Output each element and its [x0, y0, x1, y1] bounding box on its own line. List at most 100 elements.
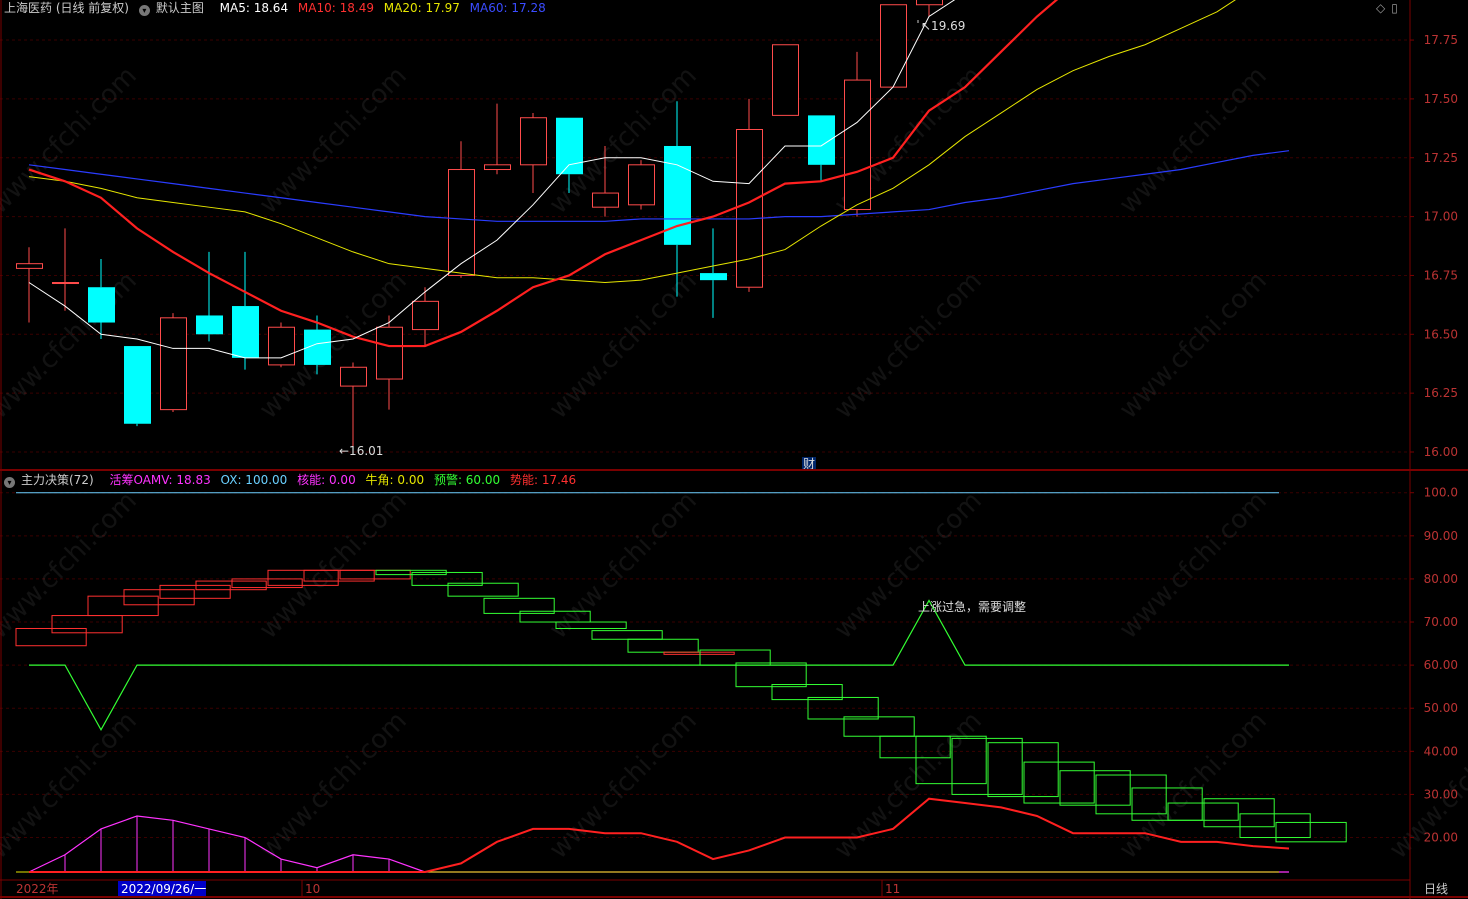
sn-line	[29, 797, 1290, 873]
yj-label: 预警: 60.00	[433, 473, 501, 487]
restore-icon[interactable]: ▯	[1391, 1, 1398, 15]
candle-body-down	[88, 287, 115, 323]
cost-box	[1059, 770, 1131, 806]
candle-body-down	[124, 346, 151, 424]
ma5-label: MA5: 18.64	[219, 1, 289, 15]
watermark-text: www.cfchi.com	[0, 266, 143, 425]
indicator-tick-label: 20.00	[1424, 831, 1458, 845]
candle-body-up	[736, 129, 763, 288]
watermark-text: www.cfchi.com	[1114, 486, 1273, 645]
candle-body-down	[196, 315, 223, 335]
watermark-text: www.cfchi.com	[829, 706, 988, 865]
candle-body-down	[556, 117, 583, 175]
cost-box	[87, 595, 159, 617]
chart-canvas[interactable]: www.cfchi.com www.cfchi.com www.cfchi.com w…	[0, 0, 1468, 899]
price-tick-label: 17.50	[1424, 92, 1458, 106]
indicator-tick-label: 40.00	[1424, 744, 1458, 758]
stock-title[interactable]: 上海医药 (日线 前复权)	[4, 1, 129, 15]
candle-body-up	[52, 282, 79, 285]
watermark-text: www.cfchi.com	[829, 266, 988, 425]
indicator-tick-label: 60.00	[1424, 658, 1458, 672]
watermark-text: www.cfchi.com	[254, 706, 413, 865]
price-tick-label: 17.00	[1424, 210, 1458, 224]
watermark-text: www.cfchi.com	[829, 486, 988, 645]
cost-box	[735, 662, 807, 688]
candle-body-up	[880, 4, 907, 88]
indicator-tick-label: 50.00	[1424, 701, 1458, 715]
price-tick-label: 17.75	[1424, 33, 1458, 47]
template-label: 默认主图	[155, 1, 204, 15]
candle-body-up	[376, 326, 403, 380]
watermark-text: www.cfchi.com	[1114, 266, 1273, 425]
candle-body-up	[844, 79, 871, 211]
price-tick-label: 16.75	[1424, 268, 1458, 282]
period-label: 日线	[1424, 882, 1448, 896]
ma20-line	[28, 0, 1236, 284]
main-chart-header: 上海医药 (日线 前复权) ▾ 默认主图 MA5: 18.64 MA10: 18.…	[4, 0, 552, 16]
candle-body-up	[772, 44, 799, 116]
watermark-text: www.cfchi.com	[254, 486, 413, 645]
candle-body-up	[916, 0, 943, 6]
cost-box	[627, 638, 699, 653]
high-label: ↖19.69	[921, 19, 965, 33]
indicator-tick-label: 100.0	[1424, 486, 1458, 500]
month-label-oct: 10	[305, 882, 320, 896]
oamv-label: 活筹OAMV: 18.83	[109, 473, 211, 487]
candle-body-up	[340, 366, 367, 387]
sn-label: 势能: 17.46	[509, 473, 577, 487]
cost-box	[159, 584, 231, 599]
ox-label: OX: 100.00	[220, 473, 288, 487]
hn-label: 核能: 0.00	[297, 473, 356, 487]
price-tick-label: 17.25	[1424, 151, 1458, 165]
cost-box	[123, 589, 195, 606]
watermark-text: www.cfchi.com	[254, 61, 413, 220]
watermark-text: www.cfchi.com	[544, 486, 703, 645]
watermark-text: www.cfchi.com	[544, 266, 703, 425]
candle-body-down	[700, 273, 727, 281]
low-label: ←16.01	[339, 444, 383, 458]
candle-body-up	[484, 164, 511, 171]
diamond-icon[interactable]: ◇	[1376, 1, 1385, 15]
watermark-text: www.cfchi.com	[0, 706, 143, 865]
warning-label: 上涨过急，需要调整	[918, 599, 1026, 614]
date-cursor-label: 2022/09/26/一	[121, 882, 206, 896]
candle-body-up	[268, 326, 295, 366]
watermark-text: www.cfchi.com	[0, 486, 143, 645]
cost-box	[663, 651, 735, 655]
year-label: 2022年	[16, 882, 59, 896]
price-tick-label: 16.00	[1424, 445, 1458, 459]
cost-box	[15, 627, 87, 647]
cai-marker: 财	[803, 457, 815, 471]
cost-box	[51, 615, 123, 634]
cost-box	[987, 742, 1059, 798]
indicator-tick-label: 80.00	[1424, 572, 1458, 586]
indicator-tick-label: 30.00	[1424, 787, 1458, 801]
price-tick-label: 16.25	[1424, 386, 1458, 400]
window-controls: ◇ ▯	[1376, 0, 1404, 16]
candle-body-down	[808, 115, 835, 165]
cost-box	[1239, 813, 1311, 839]
watermark-text: www.cfchi.com	[0, 61, 143, 220]
template-selector[interactable]: ▾ 默认主图	[138, 1, 210, 16]
watermark-text: www.cfchi.com	[1114, 61, 1273, 220]
ma60-label: MA60: 17.28	[469, 1, 546, 15]
chevron-down-icon[interactable]: ▾	[138, 5, 150, 16]
candle-body-up	[628, 164, 655, 206]
nj-label: 牛角: 0.00	[365, 473, 425, 487]
month-label-nov: 11	[885, 882, 900, 896]
cost-box	[1275, 821, 1347, 843]
yj-line	[29, 599, 1289, 732]
candle-body-up	[448, 169, 475, 276]
candle-body-up	[16, 263, 43, 269]
indicator-title[interactable]: ▾ 主力决策(72)	[4, 473, 100, 488]
oamv-line	[28, 815, 1289, 873]
indicator-label: 主力决策(72)	[21, 473, 94, 487]
indicator-tick-label: 90.00	[1424, 529, 1458, 543]
indicator-header: ▾ 主力决策(72) 活筹OAMV: 18.83 OX: 100.00 核能: 0…	[4, 472, 582, 488]
ma20-label: MA20: 17.97	[383, 1, 460, 15]
chevron-down-icon[interactable]: ▾	[4, 477, 15, 488]
indicator-tick-label: 70.00	[1424, 615, 1458, 629]
ma10-label: MA10: 18.49	[297, 1, 374, 15]
watermark-text: www.cfchi.com	[544, 706, 703, 865]
candle-body-up	[520, 117, 547, 166]
